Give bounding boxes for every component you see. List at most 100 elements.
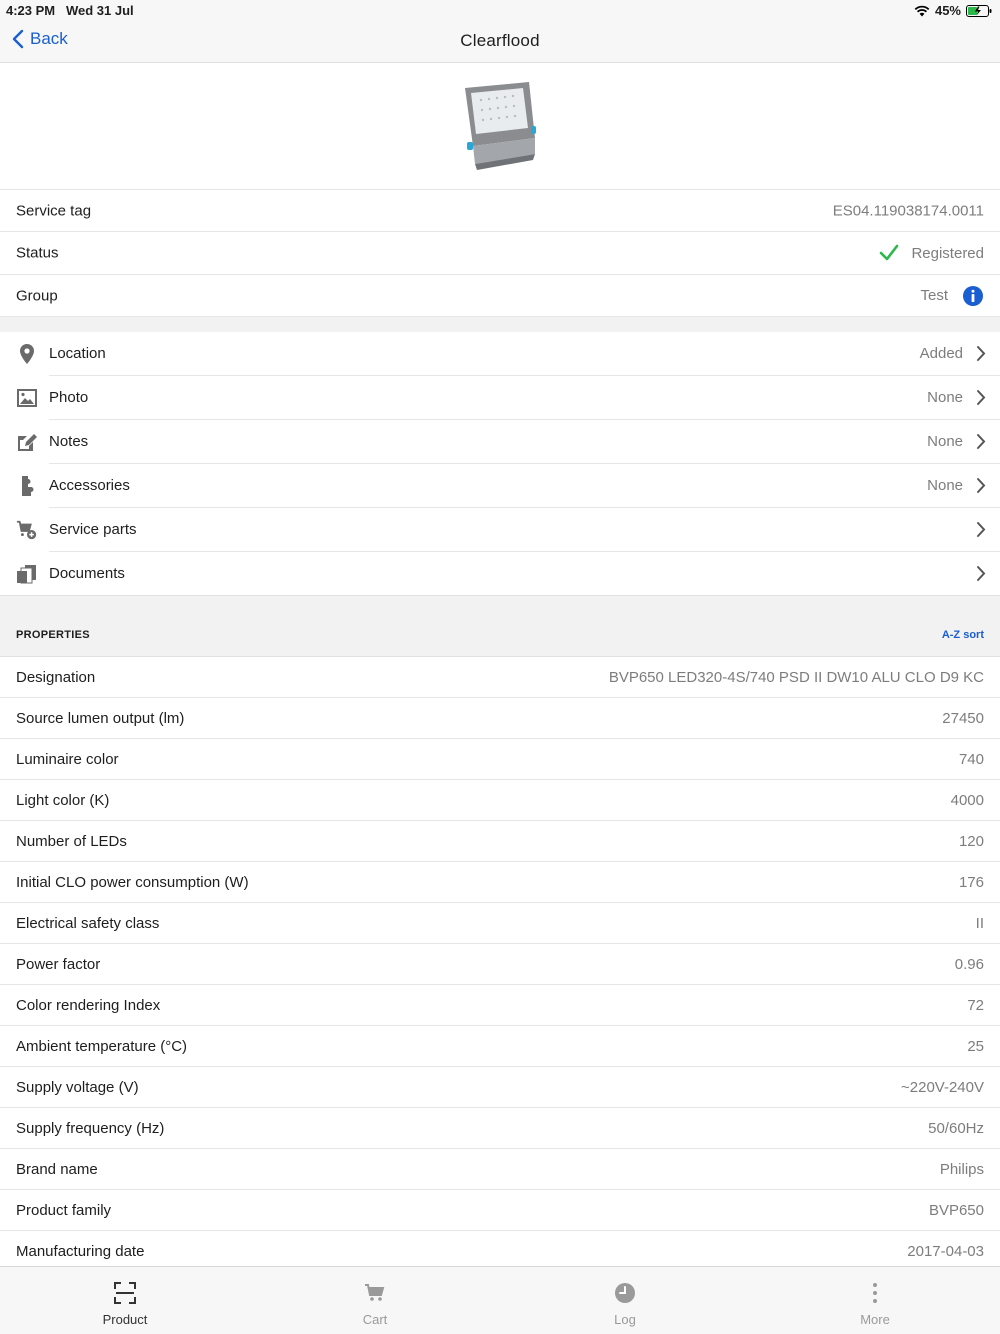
- property-row: Initial CLO power consumption (W) 176: [0, 862, 1000, 903]
- menu-label: Notes: [49, 433, 89, 450]
- chevron-right-icon: [977, 346, 986, 361]
- scan-icon: [113, 1281, 137, 1305]
- property-label: Supply voltage (V): [16, 1079, 139, 1096]
- info-icon[interactable]: [962, 285, 984, 307]
- clock-date: Wed 31 Jul: [65, 3, 134, 18]
- property-row: Color rendering Index 72: [0, 985, 1000, 1026]
- menu-label: Service parts: [49, 521, 137, 538]
- tab-label: More: [860, 1312, 890, 1327]
- property-value: Philips: [939, 1161, 984, 1178]
- menu-row-documents[interactable]: Documents: [0, 552, 1000, 596]
- property-row: Luminaire color 740: [0, 739, 1000, 780]
- status-row: Status Registered: [0, 232, 1000, 275]
- chevron-right-icon: [977, 390, 986, 405]
- property-label: Ambient temperature (°C): [16, 1038, 188, 1055]
- menu-row-location[interactable]: Location Added: [0, 332, 1000, 376]
- property-value: ~220V-240V: [901, 1079, 984, 1096]
- property-value: 176: [958, 874, 984, 891]
- floodlight-product-image: [465, 82, 536, 170]
- chevron-right-icon: [977, 566, 986, 581]
- property-value: II: [975, 915, 984, 932]
- menu-row-notes[interactable]: Notes None: [0, 420, 1000, 464]
- group-label: Group: [16, 287, 58, 304]
- status-bar: 4:23 PM Wed 31 Jul 45%: [0, 0, 1000, 20]
- property-row: Product family BVP650: [0, 1190, 1000, 1231]
- property-value: 25: [967, 1038, 984, 1055]
- property-label: Manufacturing date: [16, 1243, 145, 1260]
- property-value: 120: [958, 833, 984, 850]
- product-image-area: [0, 63, 1000, 190]
- puzzle-icon: [16, 475, 38, 497]
- status-value: Registered: [911, 244, 984, 262]
- property-row: Designation BVP650 LED320-4S/740 PSD II D…: [0, 657, 1000, 698]
- chevron-right-icon: [977, 522, 986, 537]
- property-value: 72: [967, 997, 984, 1014]
- property-label: Brand name: [16, 1161, 98, 1178]
- group-value: Test: [920, 287, 948, 304]
- property-row: Brand name Philips: [0, 1149, 1000, 1190]
- menu-value: None: [927, 477, 963, 494]
- status-right: 45%: [914, 3, 992, 18]
- property-row: Supply voltage (V) ~220V-240V: [0, 1067, 1000, 1108]
- service-tag-value: ES04.119038174.0011: [832, 202, 984, 219]
- property-row: Number of LEDs 120: [0, 821, 1000, 862]
- tab-label: Cart: [362, 1312, 388, 1327]
- property-value: 4000: [950, 792, 984, 809]
- property-label: Product family: [16, 1202, 112, 1219]
- property-label: Source lumen output (lm): [16, 710, 185, 727]
- status-label: Status: [16, 244, 59, 262]
- property-label: Supply frequency (Hz): [16, 1120, 165, 1137]
- menu-label: Location: [49, 345, 106, 362]
- property-label: Number of LEDs: [16, 833, 127, 850]
- menu-row-service-parts[interactable]: Service parts: [0, 508, 1000, 552]
- property-row: Source lumen output (lm) 27450: [0, 698, 1000, 739]
- az-sort-button[interactable]: A-Z sort: [942, 629, 984, 641]
- tab-log[interactable]: Log: [500, 1267, 750, 1334]
- service-tag-label: Service tag: [16, 202, 92, 219]
- property-value: 0.96: [954, 956, 984, 973]
- tab-label: Log: [614, 1312, 636, 1327]
- property-value: 740: [958, 751, 984, 768]
- menu-label: Photo: [49, 389, 89, 406]
- more-dots-icon: [863, 1281, 887, 1305]
- photo-icon: [16, 387, 38, 409]
- tab-cart[interactable]: Cart: [250, 1267, 500, 1334]
- menu-label: Accessories: [49, 477, 130, 494]
- property-value: 2017-04-03: [907, 1243, 984, 1260]
- menu-label: Documents: [49, 565, 125, 582]
- property-label: Color rendering Index: [16, 997, 161, 1014]
- property-row: Supply frequency (Hz) 50/60Hz: [0, 1108, 1000, 1149]
- tab-bar: Product Cart Log More: [0, 1266, 1000, 1334]
- property-value: BVP650: [928, 1202, 984, 1219]
- wifi-icon: [914, 5, 930, 16]
- battery-charging-icon: [966, 4, 992, 17]
- property-row: Power factor 0.96: [0, 944, 1000, 985]
- property-label: Designation: [16, 669, 96, 686]
- property-row: Light color (K) 4000: [0, 780, 1000, 821]
- tab-product[interactable]: Product: [0, 1267, 250, 1334]
- group-row: Group Test: [0, 275, 1000, 317]
- property-label: Initial CLO power consumption (W): [16, 874, 249, 891]
- menu-row-photo[interactable]: Photo None: [0, 376, 1000, 420]
- navigation-bar: Back Clearflood: [0, 20, 1000, 63]
- property-label: Light color (K): [16, 792, 110, 809]
- property-value: 50/60Hz: [928, 1120, 984, 1137]
- cart-icon: [363, 1281, 387, 1305]
- pencil-icon: [16, 431, 38, 453]
- battery-percent: 45%: [934, 3, 961, 18]
- property-label: Power factor: [16, 956, 101, 973]
- property-row: Electrical safety class II: [0, 903, 1000, 944]
- service-tag-row: Service tag ES04.119038174.0011: [0, 190, 1000, 232]
- menu-row-accessories[interactable]: Accessories None: [0, 464, 1000, 508]
- clock-icon: [613, 1281, 637, 1305]
- tab-label: Product: [102, 1312, 148, 1327]
- tab-more[interactable]: More: [750, 1267, 1000, 1334]
- menu-value: None: [927, 389, 963, 406]
- cart-add-icon: [16, 519, 38, 541]
- menu-value: Added: [919, 345, 963, 362]
- location-pin-icon: [16, 343, 38, 365]
- property-value: BVP650 LED320-4S/740 PSD II DW10 ALU CLO…: [608, 669, 984, 686]
- status-time: 4:23 PM Wed 31 Jul: [6, 3, 134, 18]
- properties-header: PROPERTIES A-Z sort: [0, 595, 1000, 657]
- menu-value: None: [927, 433, 963, 450]
